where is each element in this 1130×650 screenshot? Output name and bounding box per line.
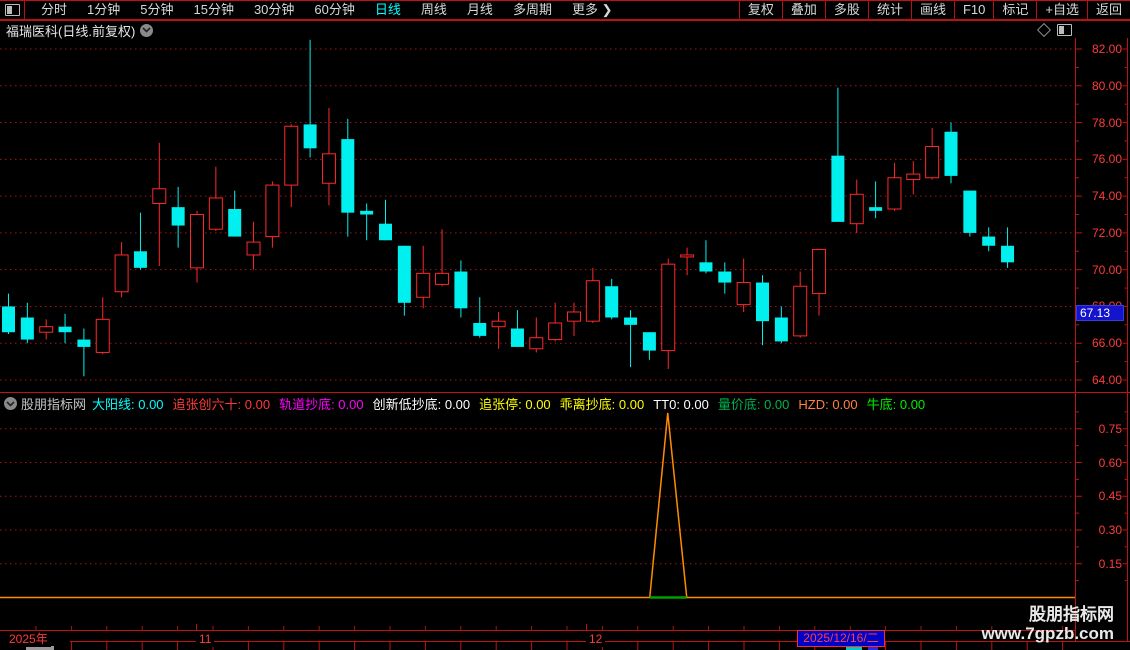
indicator-item-3: 创新低抄底: 0.00 [372,396,471,412]
indicator-axis-label: 0.30 [1098,523,1122,537]
price-axis-label: 82.00 [1091,42,1122,56]
indicator-item-2: 轨道抄底: 0.00 [279,396,364,412]
indicator-axis-label: 0.45 [1098,489,1122,504]
stock-app-window: { "colors": { "up_candle": "#ff2828", "d… [0,0,1130,650]
watermark: 股朋指标网 www.7gpzb.com [981,605,1114,644]
date-axis-label-1: 11 [196,632,215,647]
indicator-item-0: 大阳线: 0.00 [92,396,164,412]
watermark-site-name: 股朋指标网 [1029,605,1114,624]
current-date-badge: 2025/12/16/二 [797,630,885,647]
indicator-source-name: 股朋指标网 [21,397,87,412]
indicator-values: 大阳线: 0.00 追张创六十: 0.00 轨道抄底: 0.00 创新低抄底: 0.0… [92,394,934,414]
indicator-axis-label: 0.15 [1098,556,1122,571]
indicator-axis-label: 0.75 [1098,421,1122,436]
indicator-item-5: 乖离抄底: 0.00 [559,396,645,412]
price-axis-label: 72.00 [1091,225,1122,240]
date-axis-label-2: 12 [586,632,606,647]
indicator-item-9: 牛底: 0.00 [866,396,926,412]
chevron-down-icon [6,400,15,407]
indicator-item-7: 量价底: 0.00 [717,396,790,412]
price-axis-label: 74.00 [1091,189,1122,204]
indicator-axis-label: 0.60 [1098,455,1122,470]
price-axis-label: 66.00 [1091,336,1122,351]
price-axis-label: 78.00 [1091,115,1122,130]
indicator-item-1: 追张创六十: 0.00 [172,396,271,412]
indicator-label-row[interactable]: 股朋指标网 大阳线: 0.00 追张创六十: 0.00 轨道抄底: 0.00 创新低抄… [0,395,1074,412]
price-axis-label: 80.00 [1091,78,1122,93]
indicator-item-4: 追张停: 0.00 [479,396,551,412]
price-axis-label: 64.00 [1091,373,1122,388]
last-price-badge: 67.13 [1076,305,1124,322]
indicator-item-8: HZD: 0.00 [798,396,858,412]
indicator-collapse-button[interactable] [4,397,17,410]
watermark-url: www.7gpzb.com [981,624,1114,643]
indicator-item-6: TT0: 0.00 [653,396,709,412]
date-axis-label-0: 2025年 [6,632,51,647]
price-axis-label: 70.00 [1091,262,1122,277]
candlestick-chart-canvas[interactable] [0,0,1130,650]
price-axis-label: 76.00 [1091,152,1122,167]
